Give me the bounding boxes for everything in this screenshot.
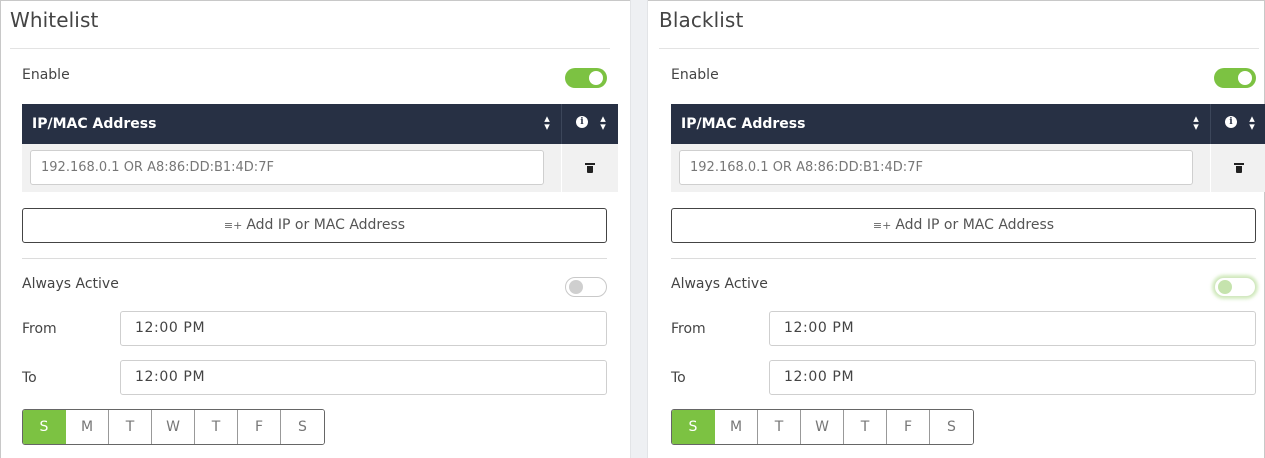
day-button-tuesday[interactable]: T bbox=[109, 410, 152, 444]
day-button-monday[interactable]: M bbox=[66, 410, 109, 444]
whitelist-panel: Whitelist Enable IP/MAC Address ▴ ▾ i ▴ ▾ … bbox=[10, 0, 618, 458]
sort-icon[interactable]: ▴ ▾ bbox=[543, 114, 551, 133]
enable-toggle[interactable] bbox=[1214, 68, 1256, 88]
table-row: 192.168.0.1 OR A8:86:DD:B1:4D:7F bbox=[22, 144, 618, 192]
section-divider bbox=[671, 258, 1256, 259]
sort-icon[interactable]: ▴ ▾ bbox=[1248, 114, 1256, 133]
section-divider bbox=[22, 258, 607, 259]
header-divider bbox=[561, 104, 562, 144]
address-table-header: IP/MAC Address ▴ ▾ i ▴ ▾ bbox=[671, 104, 1265, 144]
enable-label: Enable bbox=[671, 67, 719, 83]
day-button-sunday[interactable]: S bbox=[672, 410, 715, 444]
address-table-header: IP/MAC Address ▴ ▾ i ▴ ▾ bbox=[22, 104, 618, 144]
day-button-saturday[interactable]: S bbox=[281, 410, 324, 444]
to-time-input[interactable]: 12:00 PM bbox=[769, 360, 1256, 395]
sort-icon[interactable]: ▴ ▾ bbox=[599, 114, 607, 133]
address-input[interactable]: 192.168.0.1 OR A8:86:DD:B1:4D:7F bbox=[679, 150, 1193, 185]
always-active-label: Always Active bbox=[671, 276, 768, 292]
from-label: From bbox=[671, 321, 706, 337]
blacklist-panel: Blacklist Enable IP/MAC Address ▴ ▾ i ▴ ▾ … bbox=[659, 0, 1265, 458]
panel-title: Whitelist bbox=[10, 8, 99, 32]
add-list-icon: ≡+ bbox=[872, 219, 892, 232]
title-divider bbox=[10, 48, 610, 49]
toggle-knob bbox=[1238, 71, 1252, 85]
sort-icon[interactable]: ▴ ▾ bbox=[1192, 114, 1200, 133]
enable-label: Enable bbox=[22, 67, 70, 83]
day-button-tuesday[interactable]: T bbox=[758, 410, 801, 444]
day-button-saturday[interactable]: S bbox=[930, 410, 973, 444]
title-divider bbox=[659, 48, 1259, 49]
to-time-input[interactable]: 12:00 PM bbox=[120, 360, 607, 395]
add-address-label: Add IP or MAC Address bbox=[895, 217, 1055, 233]
to-label: To bbox=[22, 370, 37, 386]
to-label: To bbox=[671, 370, 686, 386]
day-button-monday[interactable]: M bbox=[715, 410, 758, 444]
header-divider bbox=[1210, 104, 1211, 144]
day-button-sunday[interactable]: S bbox=[23, 410, 66, 444]
from-time-input[interactable]: 12:00 PM bbox=[769, 311, 1256, 346]
always-active-label: Always Active bbox=[22, 276, 119, 292]
always-active-toggle[interactable] bbox=[565, 277, 607, 297]
from-time-input[interactable]: 12:00 PM bbox=[120, 311, 607, 346]
trash-icon[interactable] bbox=[585, 163, 595, 173]
day-button-wednesday[interactable]: W bbox=[801, 410, 844, 444]
toggle-knob bbox=[1218, 280, 1232, 294]
row-divider bbox=[561, 144, 562, 192]
toggle-knob bbox=[589, 71, 603, 85]
day-selector: S M T W T F S bbox=[671, 409, 974, 445]
day-button-thursday[interactable]: T bbox=[844, 410, 887, 444]
column-header-ip-mac[interactable]: IP/MAC Address bbox=[681, 116, 805, 132]
panel-title: Blacklist bbox=[659, 8, 744, 32]
trash-icon[interactable] bbox=[1234, 163, 1244, 173]
add-list-icon: ≡+ bbox=[223, 219, 243, 232]
always-active-toggle[interactable] bbox=[1214, 277, 1256, 297]
day-button-wednesday[interactable]: W bbox=[152, 410, 195, 444]
add-address-label: Add IP or MAC Address bbox=[246, 217, 406, 233]
day-selector: S M T W T F S bbox=[22, 409, 325, 445]
table-row: 192.168.0.1 OR A8:86:DD:B1:4D:7F bbox=[671, 144, 1265, 192]
from-label: From bbox=[22, 321, 57, 337]
add-address-button[interactable]: ≡+ Add IP or MAC Address bbox=[22, 208, 607, 243]
info-icon[interactable]: i bbox=[1225, 116, 1237, 128]
panel-gutter bbox=[630, 0, 648, 458]
day-button-friday[interactable]: F bbox=[238, 410, 281, 444]
add-address-button[interactable]: ≡+ Add IP or MAC Address bbox=[671, 208, 1256, 243]
address-input[interactable]: 192.168.0.1 OR A8:86:DD:B1:4D:7F bbox=[30, 150, 544, 185]
info-icon[interactable]: i bbox=[576, 116, 588, 128]
day-button-thursday[interactable]: T bbox=[195, 410, 238, 444]
column-header-ip-mac[interactable]: IP/MAC Address bbox=[32, 116, 156, 132]
enable-toggle[interactable] bbox=[565, 68, 607, 88]
day-button-friday[interactable]: F bbox=[887, 410, 930, 444]
toggle-knob bbox=[569, 280, 583, 294]
row-divider bbox=[1210, 144, 1211, 192]
